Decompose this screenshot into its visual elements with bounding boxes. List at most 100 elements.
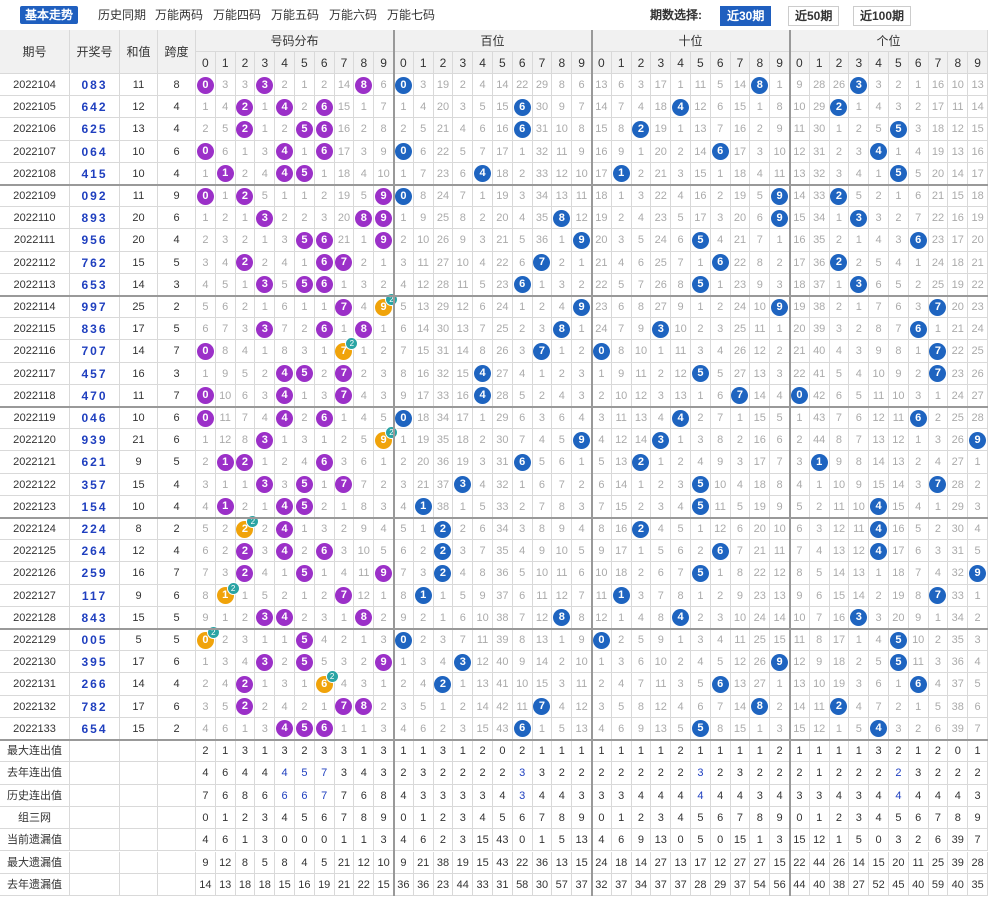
stat-ones: 2: [849, 762, 870, 785]
stat-hundreds: 8: [552, 806, 573, 830]
stat-hundreds: 2: [453, 762, 474, 785]
cell-hundreds: 3: [453, 540, 474, 563]
stat-empty: [70, 740, 120, 763]
position-ball: 9: [969, 431, 987, 449]
cell-tens: 10: [611, 384, 632, 407]
period-button-3[interactable]: 近100期: [853, 6, 912, 26]
cell-ones: 6: [908, 229, 929, 252]
cell-hundreds: 35: [433, 429, 454, 452]
cell-tens: 17: [592, 162, 612, 185]
cell-hundreds: 6: [512, 584, 533, 607]
tab-5[interactable]: 万能五码: [271, 6, 319, 24]
cell-hundreds: 13: [413, 296, 434, 319]
cell-hundreds: 4: [394, 495, 414, 518]
cell-ones: 26: [948, 429, 969, 452]
cell-tens: 5: [710, 651, 731, 674]
cell-hundreds: 3: [453, 96, 474, 119]
cell-ones: 1: [849, 96, 870, 119]
tab-3[interactable]: 万能两码: [155, 6, 203, 24]
distribution-ball: 7: [335, 298, 353, 316]
cell-ones: 1: [968, 451, 988, 474]
cell-tens: 4: [770, 384, 790, 407]
cell-distribution: 3: [354, 140, 375, 163]
stat-hundreds: 15: [473, 829, 493, 852]
stat-distribution: 1: [354, 740, 375, 763]
tab-1[interactable]: 基本走势: [20, 6, 79, 24]
cell-distribution: 9: [374, 140, 394, 163]
cell-tens: 25: [651, 251, 672, 274]
cell-ones: 1: [829, 717, 850, 740]
period-button-1[interactable]: 近30期: [720, 6, 772, 26]
cell-distribution: 5: [196, 518, 216, 541]
row-draw: 264: [70, 540, 120, 563]
cell-hundreds: 13: [572, 717, 592, 740]
cell-hundreds: 2: [394, 451, 414, 474]
cell-distribution: 0: [196, 340, 216, 363]
cell-hundreds: 5: [394, 518, 414, 541]
cell-hundreds: 2: [572, 473, 592, 496]
row-span: 7: [158, 384, 196, 407]
cell-hundreds: 4: [453, 562, 474, 585]
tab-2[interactable]: 历史同期: [98, 6, 146, 24]
stat-distribution: 7: [334, 806, 355, 830]
stat-distribution: 7: [314, 784, 335, 807]
cell-tens: 10: [631, 340, 652, 363]
cell-tens: 3: [671, 473, 691, 496]
stat-tens: 4: [770, 784, 790, 807]
stat-ones: 2: [968, 762, 988, 785]
row-span: 6: [158, 429, 196, 452]
cell-distribution: 1: [374, 584, 394, 607]
cell-ones: 33: [809, 185, 830, 208]
stat-ones: 2: [869, 762, 889, 785]
cell-distribution: 7: [275, 318, 295, 341]
cell-distribution: 2: [334, 429, 355, 452]
cell-hundreds: 1: [572, 251, 592, 274]
stat-tens: 0: [710, 829, 731, 852]
row-span: 6: [158, 207, 196, 230]
row-draw: 621: [70, 451, 120, 474]
cell-tens: 12: [750, 340, 771, 363]
cell-distribution: 6: [314, 407, 335, 430]
tab-4[interactable]: 万能四码: [213, 6, 261, 24]
stat-distribution: 1: [255, 740, 276, 763]
row-span: 6: [158, 695, 196, 718]
cell-hundreds: 3: [453, 473, 474, 496]
header-tens-digit: 7: [730, 52, 751, 74]
stat-label: 最大连出值: [0, 740, 70, 763]
cell-hundreds: 1: [413, 518, 434, 541]
header-ones-digit: 0: [790, 52, 810, 74]
cell-tens: 6: [770, 429, 790, 452]
cell-tens: 9: [750, 273, 771, 296]
stat-label: 去年遗漏值: [0, 873, 70, 897]
stat-tens: 1: [750, 740, 771, 763]
cell-distribution: 0: [196, 185, 216, 208]
cell-tens: 22: [730, 251, 751, 274]
row-draw: 395: [70, 651, 120, 674]
distribution-ball: 6: [315, 98, 333, 116]
cell-tens: 1: [651, 340, 672, 363]
row-span: 6: [158, 584, 196, 607]
cell-distribution: 17: [334, 140, 355, 163]
cell-tens: 1: [671, 629, 691, 652]
tab-6[interactable]: 万能六码: [329, 6, 377, 24]
period-button-2[interactable]: 近50期: [788, 6, 840, 26]
row-span: 5: [158, 251, 196, 274]
cell-ones: 3: [968, 629, 988, 652]
tab-7[interactable]: 万能七码: [387, 6, 435, 24]
cell-distribution: 2: [215, 629, 236, 652]
cell-hundreds: 36: [493, 562, 513, 585]
distribution-ball: 5: [295, 165, 313, 183]
cell-ones: 10: [908, 629, 929, 652]
cell-tens: 1: [770, 318, 790, 341]
cell-distribution: 4: [374, 518, 394, 541]
distribution-ball: 4: [276, 365, 294, 383]
cell-ones: 8: [869, 318, 889, 341]
cell-hundreds: 4: [433, 651, 454, 674]
stat-empty: [158, 784, 196, 807]
stat-empty: [70, 784, 120, 807]
cell-distribution: 6: [354, 451, 375, 474]
distribution-ball: 6: [315, 254, 333, 272]
cell-tens: 3: [691, 429, 711, 452]
row-draw: 707: [70, 340, 120, 363]
cell-distribution: 1: [374, 251, 394, 274]
